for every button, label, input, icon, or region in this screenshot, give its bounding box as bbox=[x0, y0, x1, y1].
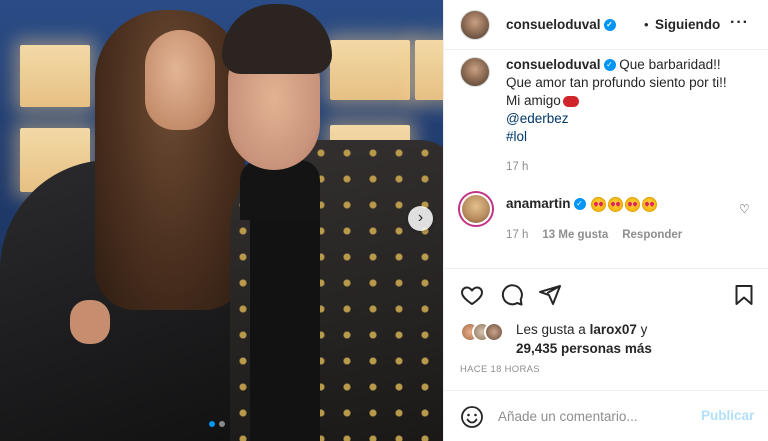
hashtag-link[interactable]: #lol bbox=[506, 128, 756, 146]
liker-avatar[interactable] bbox=[484, 322, 504, 342]
post-sidebar: consueloduval ✓ • Siguiendo ··· consuelod… bbox=[443, 0, 768, 441]
background-light bbox=[20, 45, 90, 107]
comment-meta: 17 h 13 Me gusta Responder bbox=[506, 229, 682, 241]
comment-like-heart-icon[interactable]: ♡ bbox=[739, 202, 750, 216]
commenter-avatar[interactable] bbox=[458, 191, 494, 227]
carousel-dot-active bbox=[209, 421, 215, 427]
author-username[interactable]: consueloduval ✓ bbox=[506, 17, 616, 32]
post-caption: consueloduval ✓ Que barbaridad!! Que amor… bbox=[506, 56, 756, 173]
more-options-icon[interactable]: ··· bbox=[730, 14, 749, 32]
heart-eyes-emoji-icon bbox=[642, 196, 658, 212]
action-bar bbox=[444, 268, 768, 318]
reply-button[interactable]: Responder bbox=[622, 229, 682, 241]
comment-time[interactable]: 17 h bbox=[506, 229, 528, 241]
mention-link[interactable]: @ederbez bbox=[506, 110, 756, 128]
man-hair bbox=[222, 4, 332, 74]
verified-badge-icon: ✓ bbox=[573, 198, 586, 211]
caption-line-1: Que barbaridad!! bbox=[619, 57, 721, 72]
post-image[interactable]: › bbox=[0, 0, 443, 441]
following-button[interactable]: Siguiendo bbox=[655, 17, 720, 32]
caption-line-3: Mi amigo bbox=[506, 93, 561, 108]
author-username-text[interactable]: consueloduval bbox=[506, 17, 601, 32]
comment-input[interactable] bbox=[498, 405, 688, 427]
likes-text: Les gusta a larox07 y 29,435 personas má… bbox=[516, 320, 756, 358]
header-separator: • bbox=[644, 17, 649, 32]
hand bbox=[70, 300, 110, 344]
caption-username[interactable]: consueloduval bbox=[506, 57, 601, 72]
share-send-icon[interactable] bbox=[538, 283, 562, 307]
like-heart-icon[interactable] bbox=[460, 283, 484, 307]
comment-username[interactable]: anamartin bbox=[506, 196, 571, 211]
verified-badge-icon: ✓ bbox=[603, 19, 616, 32]
caption-line-2: Que amor tan profundo siento por ti!! bbox=[506, 75, 727, 90]
verified-badge-icon: ✓ bbox=[603, 59, 616, 72]
comment-bubble-icon[interactable] bbox=[500, 283, 524, 307]
comment-composer: Publicar bbox=[444, 390, 768, 441]
likes-prefix: Les gusta a bbox=[516, 322, 586, 337]
liker-username[interactable]: larox07 bbox=[590, 322, 637, 337]
comment-likes[interactable]: 13 Me gusta bbox=[542, 229, 608, 241]
publish-button[interactable]: Publicar bbox=[701, 408, 754, 423]
emoji-smile-icon[interactable] bbox=[460, 405, 484, 429]
heart-emoji-icon bbox=[562, 95, 579, 107]
carousel-dot bbox=[219, 421, 225, 427]
background-light bbox=[330, 40, 410, 100]
likes-count-link[interactable]: 29,435 personas más bbox=[516, 341, 652, 356]
heart-eyes-emoji-icon bbox=[625, 196, 641, 212]
caption-avatar[interactable] bbox=[460, 57, 490, 87]
likes-connector: y bbox=[640, 322, 648, 337]
comment: anamartin ✓ bbox=[506, 196, 658, 212]
carousel-dots bbox=[209, 421, 225, 427]
bookmark-icon[interactable] bbox=[732, 283, 756, 307]
caption-time[interactable]: 17 h bbox=[506, 158, 528, 176]
post-header: consueloduval ✓ • Siguiendo ··· bbox=[444, 0, 768, 50]
next-slide-button[interactable]: › bbox=[408, 206, 433, 231]
author-avatar[interactable] bbox=[460, 10, 490, 40]
post-timestamp[interactable]: HACE 18 HORAS bbox=[460, 364, 540, 375]
heart-eyes-emoji-icon bbox=[591, 196, 607, 212]
heart-eyes-emoji-icon bbox=[608, 196, 624, 212]
background-light bbox=[415, 40, 443, 100]
woman-face bbox=[145, 30, 215, 130]
